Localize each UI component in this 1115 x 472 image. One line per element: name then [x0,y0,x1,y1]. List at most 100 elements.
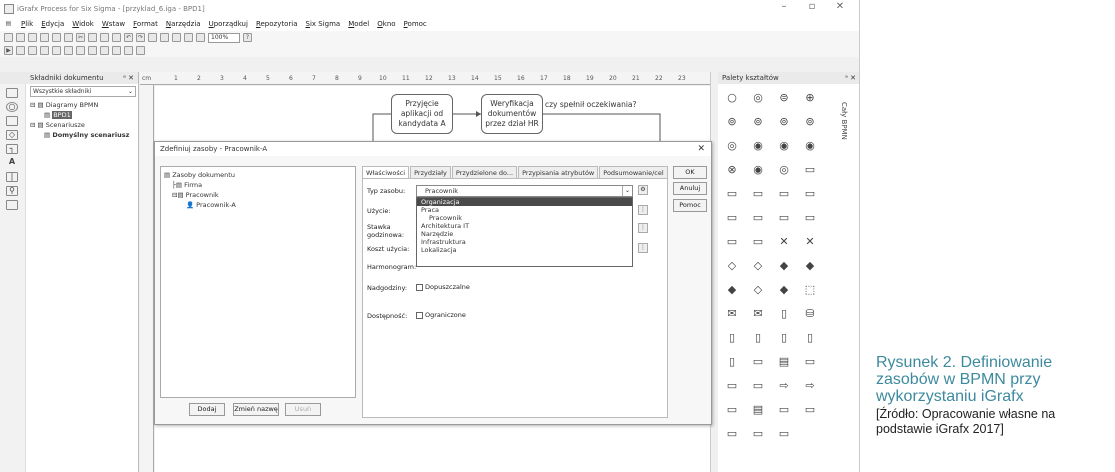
rename-button[interactable]: Zmień nazwę [233,403,279,416]
participant-band-icon[interactable]: ▭ [774,424,794,442]
play-icon[interactable]: ▶ [4,46,13,55]
signal-start-icon[interactable]: ⊕ [800,88,820,106]
tree-item[interactable]: ▤ Zasoby dokumentu [164,170,352,180]
intermediate-message-icon[interactable]: ⊚ [748,112,768,130]
zoom-select[interactable]: 100% [208,32,240,43]
menu-wstaw[interactable]: Wstaw [102,20,125,28]
undo-icon[interactable]: ↶ [124,33,133,42]
document-icon[interactable]: ▯ [722,352,742,370]
menu-edycja[interactable]: Edycja [41,20,64,28]
multi-task-icon[interactable]: ▭ [748,184,768,202]
tool-page-icon[interactable] [6,200,18,210]
group-icon[interactable] [136,46,145,55]
delete-button[interactable]: Usuń [285,403,321,416]
tool-split-icon[interactable]: | [6,172,18,182]
availability-checkbox[interactable]: Ograniczone [416,311,466,319]
spell-icon[interactable] [64,33,73,42]
subprocess-icon[interactable]: ▭ [774,184,794,202]
text-annotation-icon[interactable]: ▭ [800,400,820,418]
transaction-icon[interactable]: ▭ [774,208,794,226]
tool-pointer-icon[interactable] [6,88,18,98]
table-icon[interactable] [172,33,181,42]
choreography-icon[interactable]: ▭ [800,352,820,370]
intermediate-escalation-icon[interactable]: ⊚ [800,112,820,130]
group-icon[interactable]: ▤ [748,400,768,418]
tree-item[interactable]: ├▤ Firma [164,180,352,190]
cut-icon[interactable]: ✂ [76,33,85,42]
panel-close-icon[interactable]: ᵃ ✕ [123,72,134,84]
new-icon[interactable] [4,33,13,42]
parallel-event-gateway-icon[interactable]: ◆ [774,280,794,298]
line-icon[interactable] [100,46,109,55]
placeholder-icon[interactable]: ⬚ [800,280,820,298]
data-gateway-icon[interactable]: ◆ [722,280,742,298]
group-task-icon[interactable]: ▭ [722,208,742,226]
collapsed-subprocess-icon[interactable]: ▭ [722,232,742,250]
maximize-icon[interactable]: ▫ [798,1,826,12]
tree-item[interactable]: ⊟ ▤ Scenariusze [30,120,129,130]
tool-diamond-icon[interactable]: ◇ [6,130,18,140]
loop-task-icon[interactable]: ▭ [722,184,742,202]
help-button[interactable]: Pomoc [673,199,707,212]
tool-zoom-icon[interactable]: ⚲ [6,186,18,196]
connector-icon[interactable] [52,46,61,55]
event-subprocess-icon[interactable]: ▭ [800,208,820,226]
lane-icon[interactable]: ▤ [774,352,794,370]
dropdown-option-architektura[interactable]: Architektura IT [417,222,632,230]
data-store-icon[interactable]: ⛁ [800,304,820,322]
use-edit-button[interactable]: ⋮ [638,205,648,215]
type-edit-button[interactable]: ⚙ [638,185,648,195]
tool-circle-icon[interactable]: ○ [6,102,18,112]
participant-icon[interactable]: ▭ [722,424,742,442]
dropdown-option-lokalizacja[interactable]: Lokalizacja [417,246,632,254]
end-compensation-icon[interactable]: ◉ [800,136,820,154]
close-icon[interactable]: ✕ [826,1,854,12]
call-choreography-icon[interactable]: ⇨ [774,376,794,394]
minimize-icon[interactable]: – [770,1,798,12]
dropdown-option-praca[interactable]: Praca [417,206,632,214]
format-painter-icon[interactable] [112,33,121,42]
doc-icon[interactable]: ▤ [4,20,13,29]
palette-close-icon[interactable]: ᵃ ✕ [845,72,856,84]
redo-icon[interactable]: ↷ [136,33,145,42]
call-activity-icon[interactable]: ▭ [800,184,820,202]
link-event-icon[interactable]: ◎ [774,160,794,178]
end-message-icon[interactable]: ◉ [748,136,768,154]
help-icon[interactable]: ? [243,33,252,42]
choreography-sub-icon[interactable]: ▭ [748,376,768,394]
annotation-icon[interactable]: ▭ [722,400,742,418]
rounded-task-icon[interactable]: ▭ [748,232,768,250]
choreography-task-icon[interactable]: ▭ [722,376,742,394]
pointer-icon[interactable] [64,46,73,55]
data-output-icon[interactable]: ▯ [748,328,768,346]
data-object-ref-icon[interactable]: ▯ [800,328,820,346]
exclusive-gateway-icon[interactable]: ✕ [774,232,794,250]
cost-edit-button[interactable]: ⋮ [638,243,648,253]
inclusive-gateway-icon[interactable]: ◇ [722,256,742,274]
zoom-out-icon[interactable] [196,33,205,42]
start-event-icon[interactable]: ○ [722,88,742,106]
add-button[interactable]: Dodaj [189,403,225,416]
stop-icon[interactable] [28,46,37,55]
tree-item[interactable]: ⊟ ▤ Diagramy BPMN [30,100,129,110]
rate-edit-button[interactable]: ⋮ [638,223,648,233]
menu-six-sigma[interactable]: Six Sigma [306,20,341,28]
tool-text-icon[interactable]: A [6,158,18,168]
menu-narzedzia[interactable]: Narzędzia [166,20,201,28]
parallel-gateway-icon[interactable]: ◆ [774,256,794,274]
exclusive-gateway-marked-icon[interactable]: ✕ [800,232,820,250]
menu-okno[interactable]: Okno [377,20,395,28]
draw-icon[interactable] [160,33,169,42]
ok-button[interactable]: OK [673,166,707,179]
paste-icon[interactable] [100,33,109,42]
task-shape-icon[interactable]: ▭ [800,160,820,178]
overtime-checkbox[interactable]: Dopuszczalne [416,283,470,291]
menu-pomoc[interactable]: Pomoc [404,20,427,28]
intermediate-event-icon[interactable]: ⊚ [722,112,742,130]
print-icon[interactable] [40,33,49,42]
align-icon[interactable] [124,46,133,55]
tool-connector-icon[interactable]: ┐ [6,144,18,154]
preview-icon[interactable] [52,33,61,42]
component-filter-select[interactable]: Wszystkie składniki ⌄ [30,86,136,97]
cancel-button[interactable]: Anuluj [673,182,707,195]
